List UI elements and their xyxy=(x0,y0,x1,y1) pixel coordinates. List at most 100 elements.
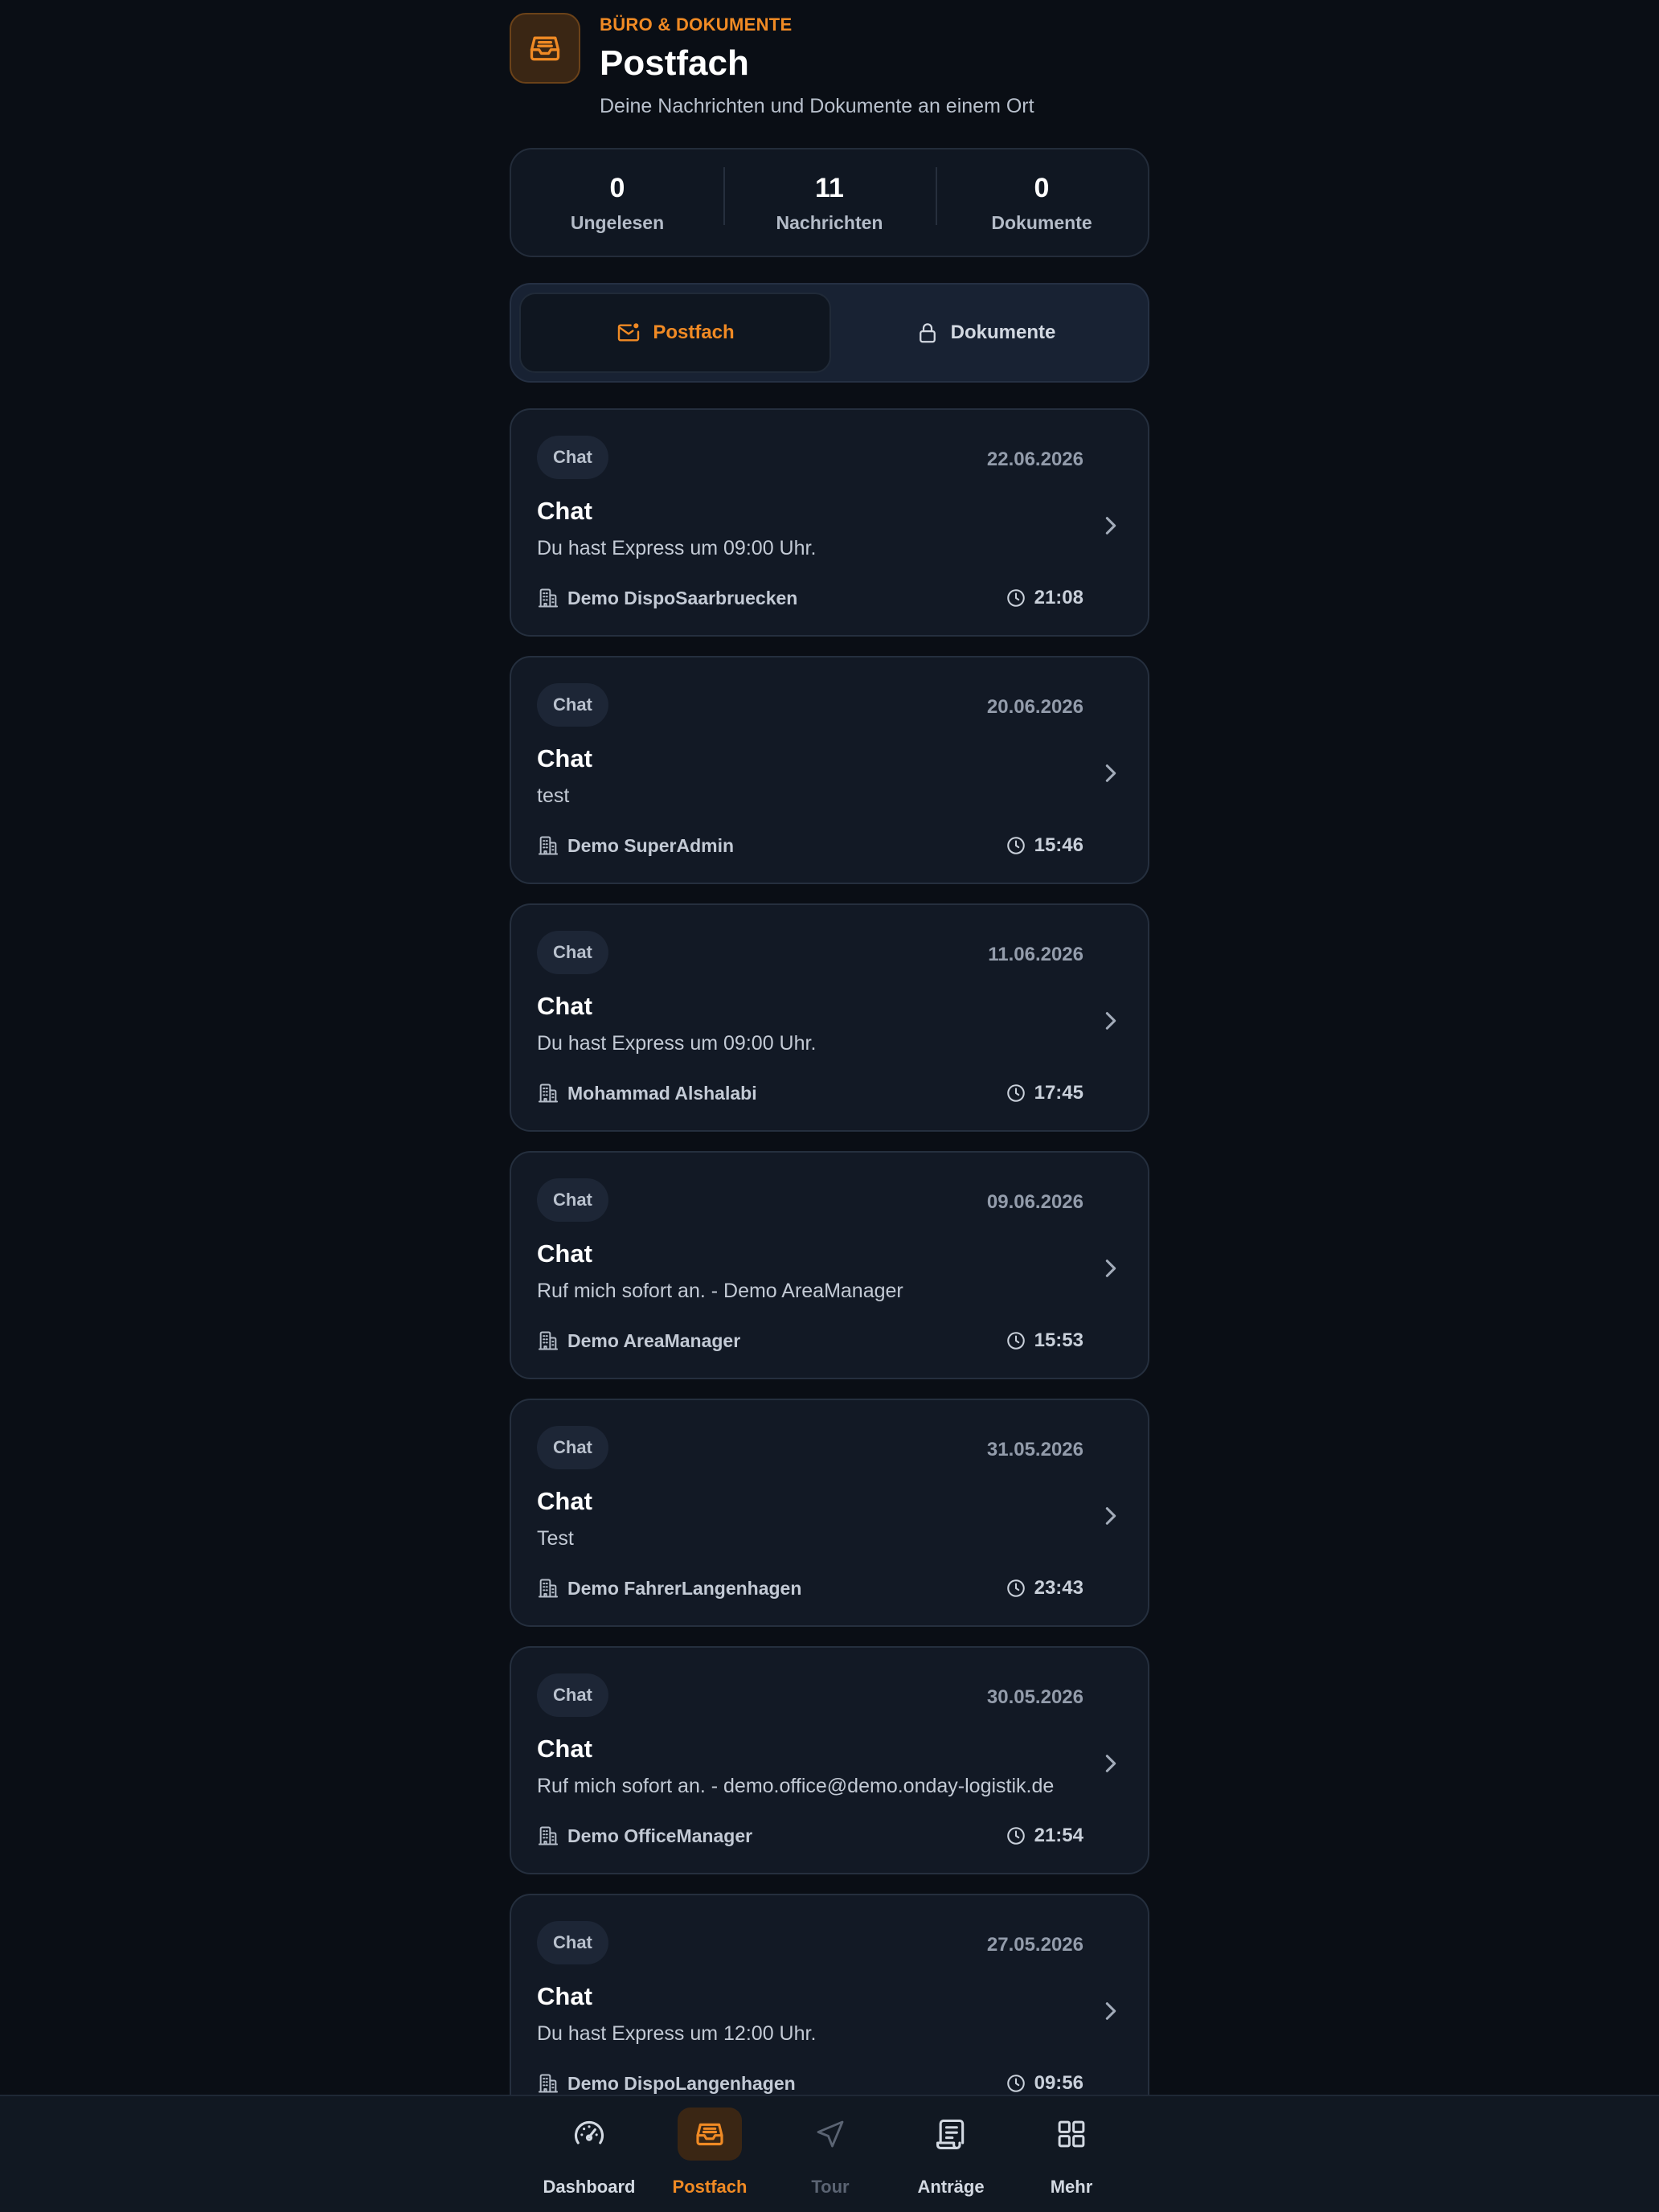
mail-icon xyxy=(618,323,640,342)
message-time: 17:45 xyxy=(1006,1080,1083,1106)
bottom-nav-items: Dashboard Postfach Tour Anträge Mehr xyxy=(529,2108,1132,2204)
message-title: Chat xyxy=(537,497,592,525)
message-type-chip: Chat xyxy=(537,1178,608,1222)
message-time: 21:08 xyxy=(1006,585,1083,611)
page-eyebrow: BÜRO & DOKUMENTE xyxy=(600,14,793,35)
message-date: 27.05.2026 xyxy=(986,1934,1083,1956)
message-sender: Demo OfficeManager xyxy=(537,1823,752,1849)
chevron-right-icon xyxy=(1105,517,1116,535)
message-type-chip: Chat xyxy=(537,1426,608,1469)
message-preview: Du hast Express um 12:00 Uhr. xyxy=(537,2022,817,2045)
nav-item-mehr[interactable]: Mehr xyxy=(1011,2108,1132,2204)
chevron-right-icon xyxy=(1105,2002,1116,2020)
message-preview: Ruf mich sofort an. - demo.office@demo.o… xyxy=(537,1775,1055,1797)
message-card[interactable]: Chat 09.06.2026 Chat Ruf mich sofort an. - … xyxy=(510,1151,1149,1379)
nav-item-postfach[interactable]: Postfach xyxy=(649,2108,770,2204)
time-value: 15:53 xyxy=(1034,1329,1083,1351)
tab-postfach[interactable]: Postfach xyxy=(519,293,831,373)
nav-icon-box xyxy=(557,2108,621,2161)
tab-dokumente[interactable]: Dokumente xyxy=(831,293,1140,373)
message-card[interactable]: Chat 22.06.2026 Chat Du hast Express um 09:… xyxy=(510,408,1149,637)
message-type-chip: Chat xyxy=(537,683,608,727)
message-time: 15:46 xyxy=(1006,833,1083,858)
message-preview: Du hast Express um 09:00 Uhr. xyxy=(537,1032,817,1055)
message-title: Chat xyxy=(537,744,592,772)
message-title: Chat xyxy=(537,1487,592,1515)
nav-item-dashboard[interactable]: Dashboard xyxy=(529,2108,649,2204)
building-icon xyxy=(538,2074,559,2093)
clock-icon xyxy=(1006,1827,1025,1845)
sender-name: Mohammad Alshalabi xyxy=(567,1082,757,1104)
navigation-icon xyxy=(817,2120,844,2148)
sender-name: Demo FahrerLangenhagen xyxy=(567,1577,802,1599)
page-subtitle: Deine Nachrichten und Dokumente an einem… xyxy=(600,95,1034,117)
stats-panel: 0 Ungelesen 11 Nachrichten 0 Dokumente xyxy=(510,148,1149,257)
lock-icon xyxy=(919,323,936,343)
clock-icon xyxy=(1006,1579,1025,1597)
message-sender: Demo FahrerLangenhagen xyxy=(537,1575,801,1601)
grid-icon xyxy=(1058,2120,1085,2148)
message-date: 22.06.2026 xyxy=(986,449,1083,470)
message-preview: test xyxy=(537,784,570,807)
time-value: 23:43 xyxy=(1034,1577,1083,1599)
page-header: BÜRO & DOKUMENTE Postfach Deine Nachrich… xyxy=(510,0,1149,148)
message-title: Chat xyxy=(537,1239,592,1268)
stat-value: 0 xyxy=(609,172,625,203)
nav-item-tour[interactable]: Tour xyxy=(770,2108,891,2204)
message-sender: Demo SuperAdmin xyxy=(537,833,734,858)
sender-name: Demo AreaManager xyxy=(567,1329,741,1351)
clock-icon xyxy=(1006,837,1025,854)
inbox-icon xyxy=(530,36,560,61)
document-icon xyxy=(936,2119,965,2149)
time-value: 15:46 xyxy=(1034,834,1083,856)
nav-icon-box xyxy=(678,2108,742,2161)
nav-label: Dashboard xyxy=(543,2177,636,2197)
message-preview: Test xyxy=(537,1527,574,1550)
time-value: 21:54 xyxy=(1034,1825,1083,1846)
chevron-right-icon xyxy=(1105,1507,1116,1525)
stat-messages: 11 Nachrichten xyxy=(723,172,936,234)
tab-label: Dokumente xyxy=(950,322,1056,343)
message-date: 09.06.2026 xyxy=(986,1191,1083,1213)
nav-icon-box xyxy=(919,2108,983,2161)
header-icon-box xyxy=(510,13,580,84)
message-card[interactable]: Chat 30.05.2026 Chat Ruf mich sofort an. - … xyxy=(510,1646,1149,1874)
clock-icon xyxy=(1006,1332,1025,1350)
time-value: 21:08 xyxy=(1034,587,1083,608)
message-type-chip: Chat xyxy=(537,1673,608,1717)
nav-label: Tour xyxy=(811,2177,850,2197)
sender-name: Demo DispoSaarbruecken xyxy=(567,587,798,608)
message-date: 30.05.2026 xyxy=(986,1686,1083,1708)
postfach-screen: BÜRO & DOKUMENTE Postfach Deine Nachrich… xyxy=(0,0,1659,2212)
stat-unread: 0 Ungelesen xyxy=(511,172,723,234)
message-date: 20.06.2026 xyxy=(986,696,1083,718)
bottom-navigation: Dashboard Postfach Tour Anträge Mehr xyxy=(0,2095,1659,2212)
message-card[interactable]: Chat 11.06.2026 Chat Du hast Express um 09:… xyxy=(510,903,1149,1132)
building-icon xyxy=(538,1579,559,1598)
stat-label: Dokumente xyxy=(991,211,1092,233)
message-title: Chat xyxy=(537,1735,592,1763)
chevron-right-icon xyxy=(1105,1012,1116,1030)
nav-item-antraege[interactable]: Anträge xyxy=(891,2108,1011,2204)
building-icon xyxy=(538,1826,559,1845)
segment-tabs: Postfach Dokumente xyxy=(510,283,1149,383)
message-time: 23:43 xyxy=(1006,1575,1083,1601)
content-column: BÜRO & DOKUMENTE Postfach Deine Nachrich… xyxy=(510,0,1149,2122)
clock-icon xyxy=(1006,589,1025,607)
message-time: 15:53 xyxy=(1006,1328,1083,1354)
clock-icon xyxy=(1006,2075,1025,2092)
message-card[interactable]: Chat 31.05.2026 Chat Test Demo FahrerLangenh… xyxy=(510,1399,1149,1627)
stat-value: 0 xyxy=(1034,172,1050,203)
time-value: 17:45 xyxy=(1034,1082,1083,1104)
message-card[interactable]: Chat 27.05.2026 Chat Du hast Express um 12:… xyxy=(510,1894,1149,2122)
stat-documents: 0 Dokumente xyxy=(936,172,1148,234)
chevron-right-icon xyxy=(1105,1260,1116,1277)
message-sender: Mohammad Alshalabi xyxy=(537,1080,757,1106)
message-date: 31.05.2026 xyxy=(986,1439,1083,1460)
message-card[interactable]: Chat 20.06.2026 Chat test Demo SuperAdmin 15:… xyxy=(510,656,1149,884)
building-icon xyxy=(538,1331,559,1350)
message-sender: Demo AreaManager xyxy=(537,1328,740,1354)
tab-label: Postfach xyxy=(653,322,735,343)
chevron-right-icon xyxy=(1105,1755,1116,1772)
sender-name: Demo SuperAdmin xyxy=(567,834,735,856)
